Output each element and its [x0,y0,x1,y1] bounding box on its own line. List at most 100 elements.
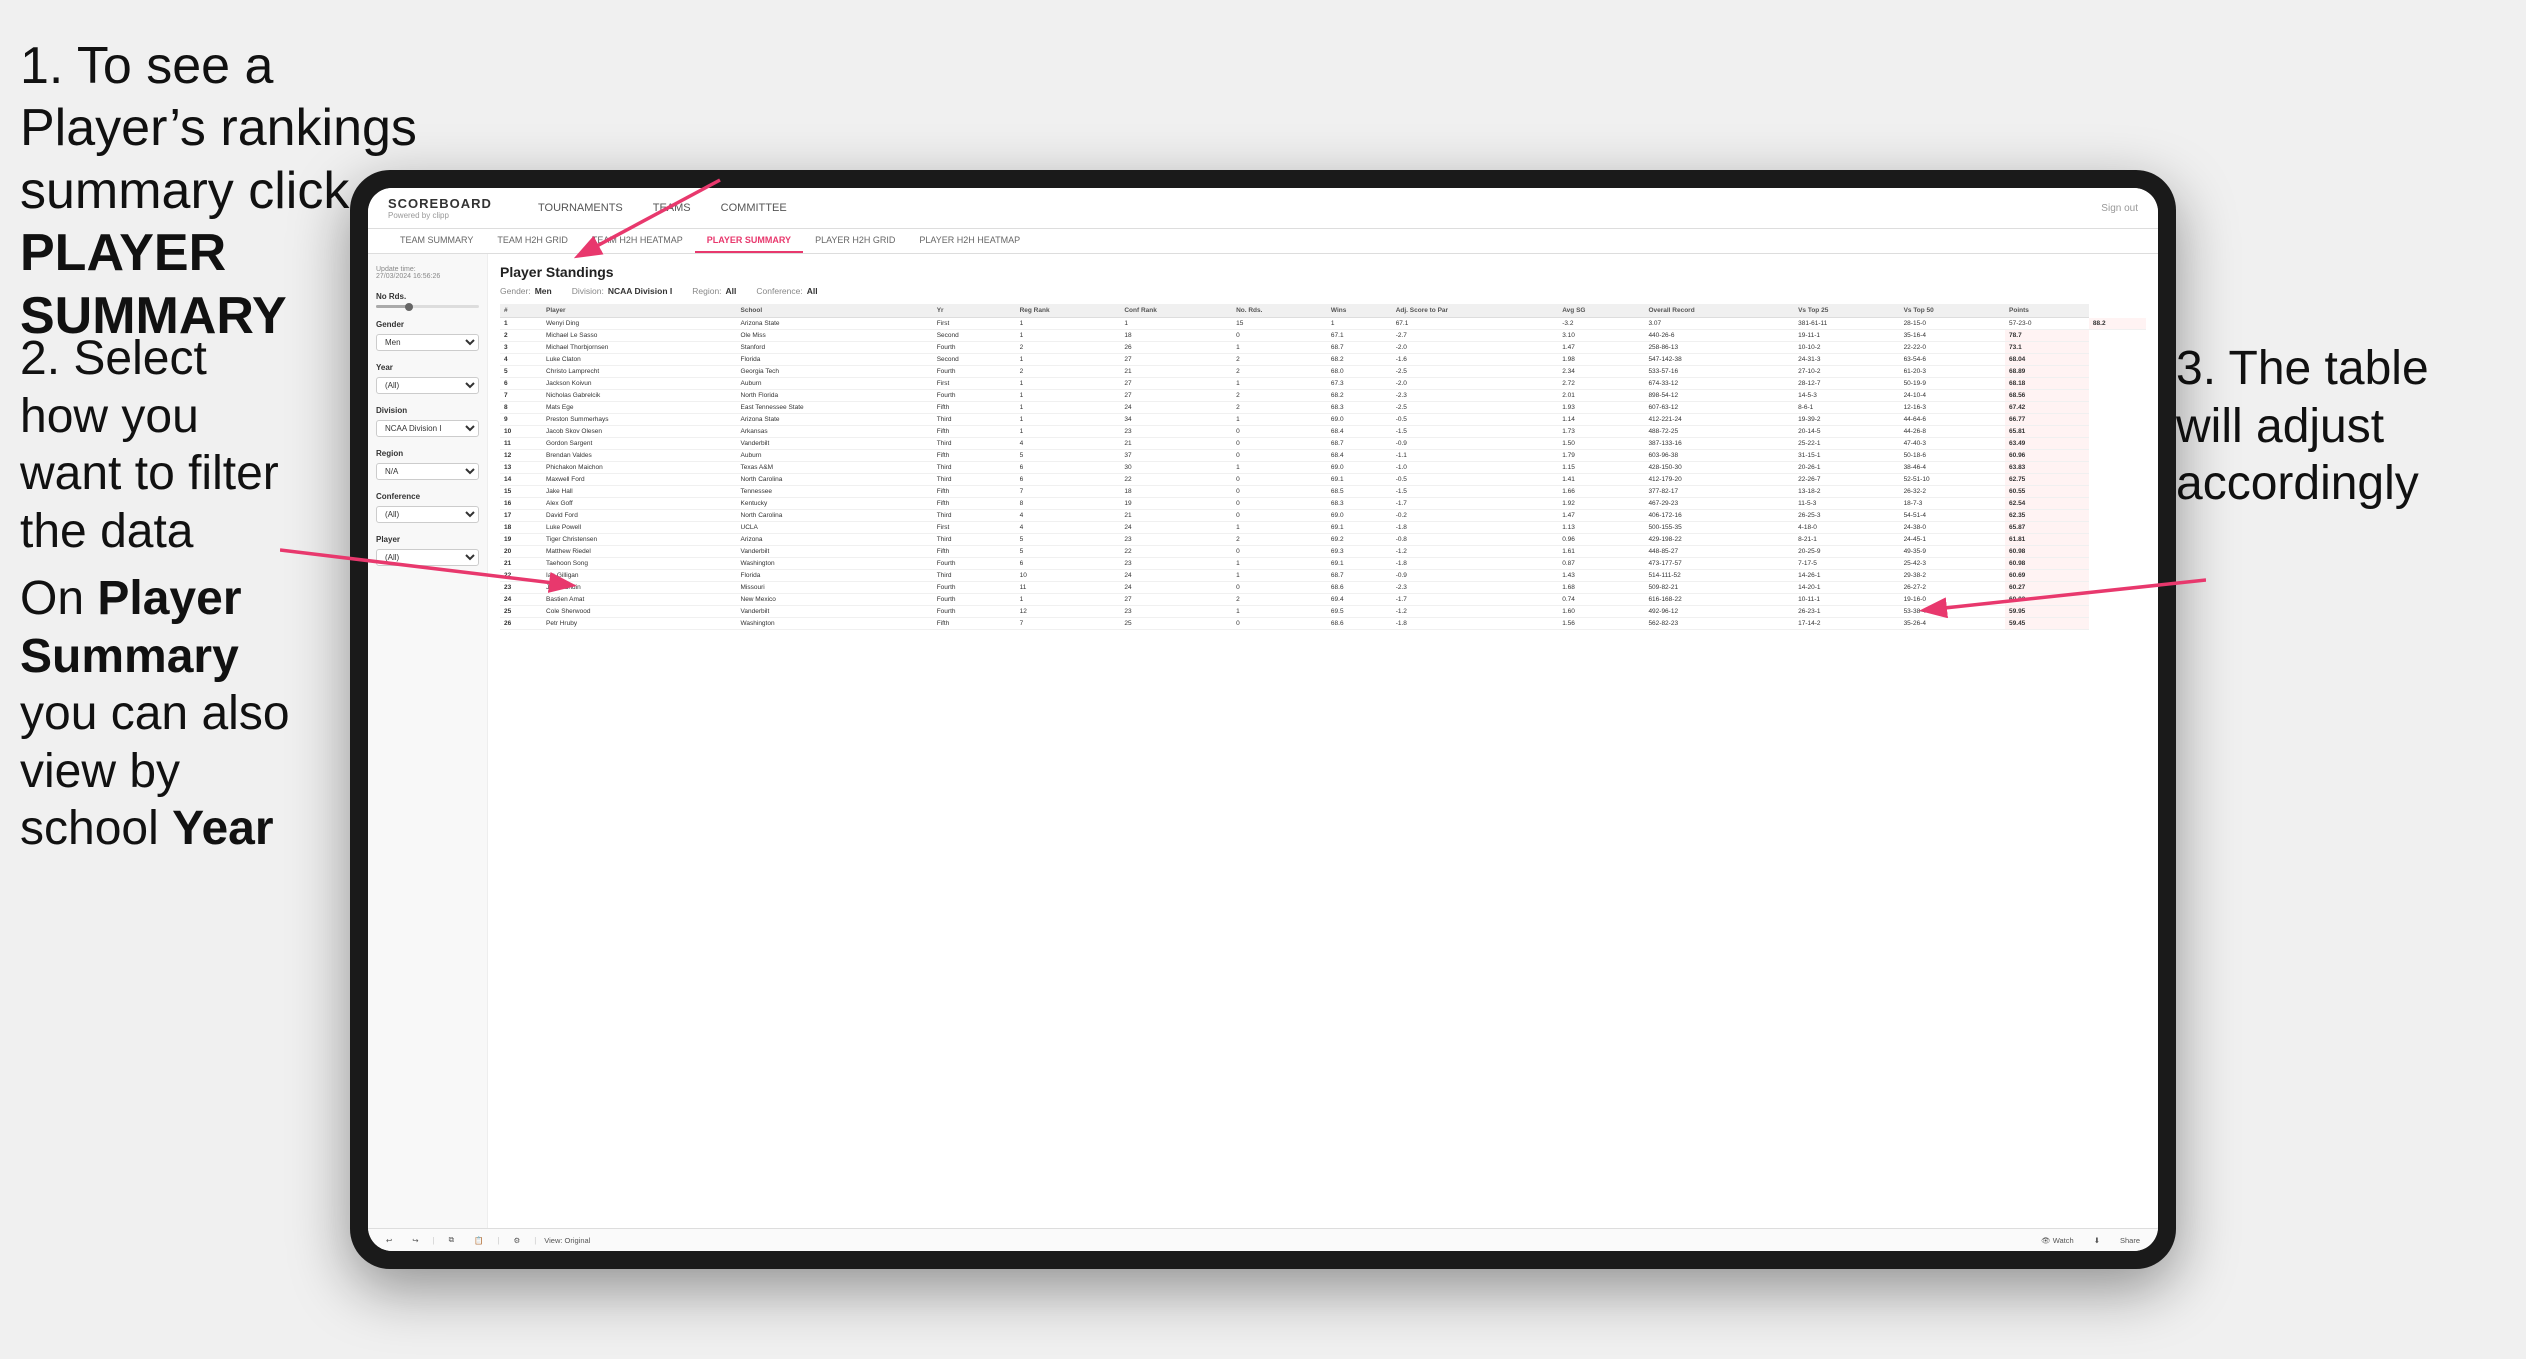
toolbar-undo[interactable]: ↩ [380,1234,398,1247]
table-row[interactable]: 20Matthew RiedelVanderbiltFifth522069.3-… [500,546,2146,558]
sidebar-gender-label: Gender [376,320,479,329]
table-row[interactable]: 7Nicholas GabrelcikNorth FloridaFourth12… [500,390,2146,402]
sidebar-division-select[interactable]: NCAA Division I [376,420,479,437]
toolbar-download[interactable]: ⬇ [2088,1234,2106,1247]
sidebar-gender-section: Gender Men [376,320,479,351]
table-row[interactable]: 25Cole SherwoodVanderbiltFourth1223169.5… [500,606,2146,618]
sidebar-region-section: Region N/A [376,449,479,480]
sidebar-division-label: Division [376,406,479,415]
table-row[interactable]: 13Phichakon MaichonTexas A&MThird630169.… [500,462,2146,474]
table-row[interactable]: 2Michael Le SassoOle MissSecond118067.1-… [500,330,2146,342]
col-overall-record: Overall Record [1644,304,1794,318]
table-row[interactable]: 9Preston SummerhaysArizona StateThird134… [500,414,2146,426]
sidebar-update-time: Update time: 27/03/2024 16:56:26 [376,266,479,280]
instruction-step-2: 2. Select how you want to filter the dat… [20,330,300,560]
sidebar-no-rds-section: No Rds. [376,292,479,308]
sub-nav-team-h2h-heatmap[interactable]: TEAM H2H HEATMAP [580,229,695,253]
slider-thumb[interactable] [405,303,413,311]
slider-fill [376,305,407,308]
col-school: School [737,304,933,318]
logo-text: SCOREBOARD [388,196,508,211]
col-conf-rank: Conf Rank [1120,304,1232,318]
table-row[interactable]: 15Jake HallTennesseeFifth718068.5-1.51.6… [500,486,2146,498]
toolbar-settings[interactable]: ⚙ [507,1234,526,1247]
table-row[interactable]: 6Jackson KoivunAuburnFirst127167.3-2.02.… [500,378,2146,390]
table-row[interactable]: 24Bastien AmatNew MexicoFourth127269.4-1… [500,594,2146,606]
sidebar-conference-select[interactable]: (All) [376,506,479,523]
col-rank: # [500,304,542,318]
table-row[interactable]: 19Tiger ChristensenArizonaThird523269.2-… [500,534,2146,546]
sub-nav-team-h2h-grid[interactable]: TEAM H2H GRID [485,229,580,253]
tablet-device: SCOREBOARD Powered by clipp TOURNAMENTS … [350,170,2176,1269]
sign-out-link[interactable]: Sign out [2101,203,2138,214]
table-row[interactable]: 11Gordon SargentVanderbiltThird421068.7-… [500,438,2146,450]
table-row[interactable]: 14Maxwell FordNorth CarolinaThird622069.… [500,474,2146,486]
logo-sub: Powered by clipp [388,211,508,220]
table-row[interactable]: 3Michael ThorbjornsenStanfordFourth22616… [500,342,2146,354]
sidebar-gender-select[interactable]: Men [376,334,479,351]
table-row[interactable]: 5Christo LamprechtGeorgia TechFourth2212… [500,366,2146,378]
nav-item-tournaments[interactable]: TOURNAMENTS [538,198,623,218]
sub-nav-player-summary[interactable]: PLAYER SUMMARY [695,229,803,253]
table-body: 1Wenyi DingArizona StateFirst1115167.1-3… [500,318,2146,630]
toolbar-copy[interactable]: ⧉ [443,1233,460,1247]
table-row[interactable]: 26Petr HrubyWashingtonFifth725068.6-1.81… [500,618,2146,630]
toolbar-view-label: View: Original [544,1236,590,1245]
sidebar-no-rds-label: No Rds. [376,292,479,301]
table-title: Player Standings [500,264,2146,280]
table-row[interactable]: 22Ian GilliganFloridaThird1024168.7-0.91… [500,570,2146,582]
sidebar-year-section: Year (All) [376,363,479,394]
main-content: Update time: 27/03/2024 16:56:26 No Rds. [368,254,2158,1228]
table-row[interactable]: 4Luke ClatonFloridaSecond127268.2-1.61.9… [500,354,2146,366]
filter-gender: Gender: Men [500,286,552,296]
instruction-step-3: 3. The table will adjust accordingly [2176,340,2506,513]
sub-nav-team-summary[interactable]: TEAM SUMMARY [388,229,485,253]
col-avg-sg: Avg SG [1558,304,1644,318]
sidebar-player-select[interactable]: (All) [376,549,479,566]
sidebar-conference-label: Conference [376,492,479,501]
col-player: Player [542,304,736,318]
sidebar-player-label: Player [376,535,479,544]
toolbar-share[interactable]: Share [2114,1234,2146,1247]
sub-nav-player-h2h-heatmap[interactable]: PLAYER H2H HEATMAP [907,229,1032,253]
sidebar-region-select[interactable]: N/A [376,463,479,480]
sidebar-division-section: Division NCAA Division I [376,406,479,437]
filter-conference-value: All [807,286,818,296]
col-points: Points [2005,304,2089,318]
sidebar-year-select[interactable]: (All) [376,377,479,394]
filter-division: Division: NCAA Division I [572,286,673,296]
sidebar-year-label: Year [376,363,479,372]
sidebar-update-section: Update time: 27/03/2024 16:56:26 [376,266,479,280]
slider-container[interactable] [376,305,479,308]
table-row[interactable]: 17David FordNorth CarolinaThird421069.0-… [500,510,2146,522]
sub-nav-player-h2h-grid[interactable]: PLAYER H2H GRID [803,229,907,253]
col-adj-score: Adj. Score to Par [1392,304,1559,318]
nav-items: TOURNAMENTS TEAMS COMMITTEE [538,198,787,218]
toolbar-redo[interactable]: ↪ [406,1234,424,1247]
sidebar-conference-section: Conference (All) [376,492,479,523]
col-reg-rank: Reg Rank [1016,304,1121,318]
table-row[interactable]: 10Jacob Skov OlesenArkansasFifth123068.4… [500,426,2146,438]
filter-region: Region: All [692,286,736,296]
toolbar-paste[interactable]: 📋 [468,1234,489,1247]
sidebar-region-label: Region [376,449,479,458]
filter-region-label: Region: [692,286,721,296]
col-vs-top-25: Vs Top 25 [1794,304,1899,318]
table-row[interactable]: 21Taehoon SongWashingtonFourth623169.1-1… [500,558,2146,570]
filter-conference: Conference: All [756,286,817,296]
nav-item-committee[interactable]: COMMITTEE [721,198,787,218]
table-row[interactable]: 18Luke PowellUCLAFirst424169.1-1.81.1350… [500,522,2146,534]
filter-row: Gender: Men Division: NCAA Division I Re… [500,286,2146,296]
col-vs-top-50: Vs Top 50 [1900,304,2005,318]
bottom-toolbar: ↩ ↪ | ⧉ 📋 | ⚙ | View: Original 👁 Watch ⬇… [368,1228,2158,1251]
filter-division-label: Division: [572,286,604,296]
nav-right: Sign out [2101,203,2138,214]
toolbar-watch[interactable]: 👁 Watch [2035,1234,2080,1247]
table-row[interactable]: 16Alex GoffKentuckyFifth819068.3-1.71.92… [500,498,2146,510]
table-row[interactable]: 8Mats EgeEast Tennessee StateFifth124268… [500,402,2146,414]
nav-item-teams[interactable]: TEAMS [653,198,691,218]
table-row[interactable]: 12Brendan ValdesAuburnFifth537068.4-1.11… [500,450,2146,462]
sidebar-player-section: Player (All) [376,535,479,566]
table-row[interactable]: 1Wenyi DingArizona StateFirst1115167.1-3… [500,318,2146,330]
table-row[interactable]: 23Jack LundinMissouriFourth1124068.6-2.3… [500,582,2146,594]
